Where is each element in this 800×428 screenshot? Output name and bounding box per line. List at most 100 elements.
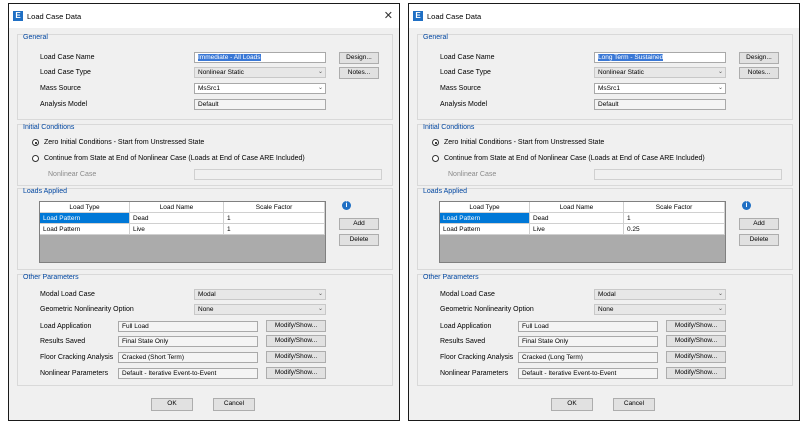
continue-state-radio[interactable] [432,155,439,162]
results-saved-modify-button[interactable]: Modify/Show... [266,335,326,347]
title-bar: E Load Case Data [409,4,799,28]
modal-load-case-dropdown[interactable]: Modal ⌄ [594,289,726,300]
load-case-type-value: Nonlinear Static [198,69,244,76]
title-bar: E Load Case Data ✕ [9,4,399,28]
initial-conditions-group: Initial Conditions Zero Initial Conditio… [417,124,793,186]
row-load-name[interactable]: Live [530,224,624,235]
ok-button[interactable]: OK [551,398,593,411]
nonlinear-case-field [594,169,782,180]
cancel-button[interactable]: Cancel [613,398,655,411]
nonlinear-parameters-field: Default - Iterative Event-to-Event [118,368,258,379]
load-application-label: Load Application [40,323,92,330]
modal-load-case-label: Modal Load Case [40,291,95,298]
floor-cracking-modify-button[interactable]: Modify/Show... [666,351,726,363]
loads-applied-group: Loads Applied Load Type Load Name Scale … [17,188,393,270]
mass-source-dropdown[interactable]: MsSrc1 ⌄ [194,83,326,94]
load-case-name-value: Immediate - All Loads [198,54,261,61]
geometric-nonlinearity-dropdown[interactable]: None ⌄ [194,304,326,315]
geometric-nonlinearity-label: Geometric Nonlinearity Option [40,306,134,313]
row-load-type[interactable]: Load Pattern [440,213,530,224]
general-group: General Load Case Name Immediate - All L… [17,34,393,120]
load-application-modify-button[interactable]: Modify/Show... [666,320,726,332]
app-icon: E [413,11,423,21]
add-button[interactable]: Add [339,218,379,230]
load-case-type-label: Load Case Type [440,69,491,76]
results-saved-field: Final State Only [118,336,258,347]
delete-button[interactable]: Delete [739,234,779,246]
row-load-name[interactable]: Dead [130,213,224,224]
cancel-button[interactable]: Cancel [213,398,255,411]
row-scale-factor[interactable]: 1 [624,213,725,224]
info-icon[interactable]: i [342,201,351,210]
group-title: Initial Conditions [23,124,75,131]
notes-button[interactable]: Notes... [339,67,379,79]
design-button[interactable]: Design... [339,52,379,64]
load-application-field: Full Load [118,321,258,332]
results-saved-label: Results Saved [440,338,486,345]
loads-table: Load Type Load Name Scale Factor Load Pa… [439,201,726,263]
header-scale-factor: Scale Factor [224,202,325,213]
delete-button[interactable]: Delete [339,234,379,246]
nonlinear-parameters-label: Nonlinear Parameters [40,370,109,377]
nonlinear-case-label: Nonlinear Case [48,171,97,178]
continue-state-radio[interactable] [32,155,39,162]
zero-initial-radio[interactable] [32,139,39,146]
modal-load-case-dropdown[interactable]: Modal ⌄ [194,289,326,300]
loads-applied-group: Loads Applied Load Type Load Name Scale … [417,188,793,270]
dialog-title: Load Case Data [27,12,82,21]
chevron-down-icon: ⌄ [717,69,723,75]
initial-conditions-group: Initial Conditions Zero Initial Conditio… [17,124,393,186]
nonlinear-parameters-field: Default - Iterative Event-to-Event [518,368,658,379]
continue-state-label: Continue from State at End of Nonlinear … [444,155,705,162]
header-load-name: Load Name [530,202,624,213]
load-case-dialog-2: E Load Case Data General Load Case Name … [408,3,800,421]
nonlinear-parameters-modify-button[interactable]: Modify/Show... [266,367,326,379]
add-button[interactable]: Add [739,218,779,230]
notes-button[interactable]: Notes... [739,67,779,79]
group-title: Initial Conditions [423,124,475,131]
mass-source-dropdown[interactable]: MsSrc1 ⌄ [594,83,726,94]
nonlinear-parameters-modify-button[interactable]: Modify/Show... [666,367,726,379]
mass-source-value: MsSrc1 [198,85,221,92]
group-title: Loads Applied [423,188,467,195]
design-button[interactable]: Design... [739,52,779,64]
zero-initial-label: Zero Initial Conditions - Start from Uns… [444,139,605,146]
load-application-modify-button[interactable]: Modify/Show... [266,320,326,332]
geometric-nonlinearity-dropdown[interactable]: None ⌄ [594,304,726,315]
chevron-down-icon: ⌄ [717,291,723,297]
zero-initial-radio[interactable] [432,139,439,146]
other-parameters-group: Other Parameters Modal Load Case Modal ⌄ … [17,274,393,386]
group-title: General [23,34,48,41]
floor-cracking-field: Cracked (Short Term) [118,352,258,363]
geometric-nonlinearity-value: None [598,306,614,313]
app-icon: E [13,11,23,21]
row-load-type[interactable]: Load Pattern [440,224,530,235]
geometric-nonlinearity-value: None [198,306,214,313]
row-load-type[interactable]: Load Pattern [40,224,130,235]
nonlinear-case-label: Nonlinear Case [448,171,497,178]
row-load-type[interactable]: Load Pattern [40,213,130,224]
chevron-down-icon: ⌄ [317,85,323,91]
group-title: Other Parameters [423,274,479,281]
row-scale-factor[interactable]: 1 [224,213,325,224]
floor-cracking-modify-button[interactable]: Modify/Show... [266,351,326,363]
load-case-type-value: Nonlinear Static [598,69,644,76]
load-case-type-dropdown[interactable]: Nonlinear Static ⌄ [594,67,726,78]
info-icon[interactable]: i [742,201,751,210]
load-case-name-input[interactable]: Immediate - All Loads [194,52,326,63]
group-title: General [423,34,448,41]
results-saved-modify-button[interactable]: Modify/Show... [666,335,726,347]
load-case-name-input[interactable]: Long Term - Sustained [594,52,726,63]
mass-source-value: MsSrc1 [598,85,621,92]
row-scale-factor[interactable]: 0.25 [624,224,725,235]
group-title: Other Parameters [23,274,79,281]
general-group: General Load Case Name Long Term - Susta… [417,34,793,120]
load-case-name-label: Load Case Name [440,54,495,61]
continue-state-label: Continue from State at End of Nonlinear … [44,155,305,162]
close-icon[interactable]: ✕ [384,9,393,22]
load-case-type-dropdown[interactable]: Nonlinear Static ⌄ [194,67,326,78]
row-load-name[interactable]: Dead [530,213,624,224]
row-load-name[interactable]: Live [130,224,224,235]
row-scale-factor[interactable]: 1 [224,224,325,235]
ok-button[interactable]: OK [151,398,193,411]
